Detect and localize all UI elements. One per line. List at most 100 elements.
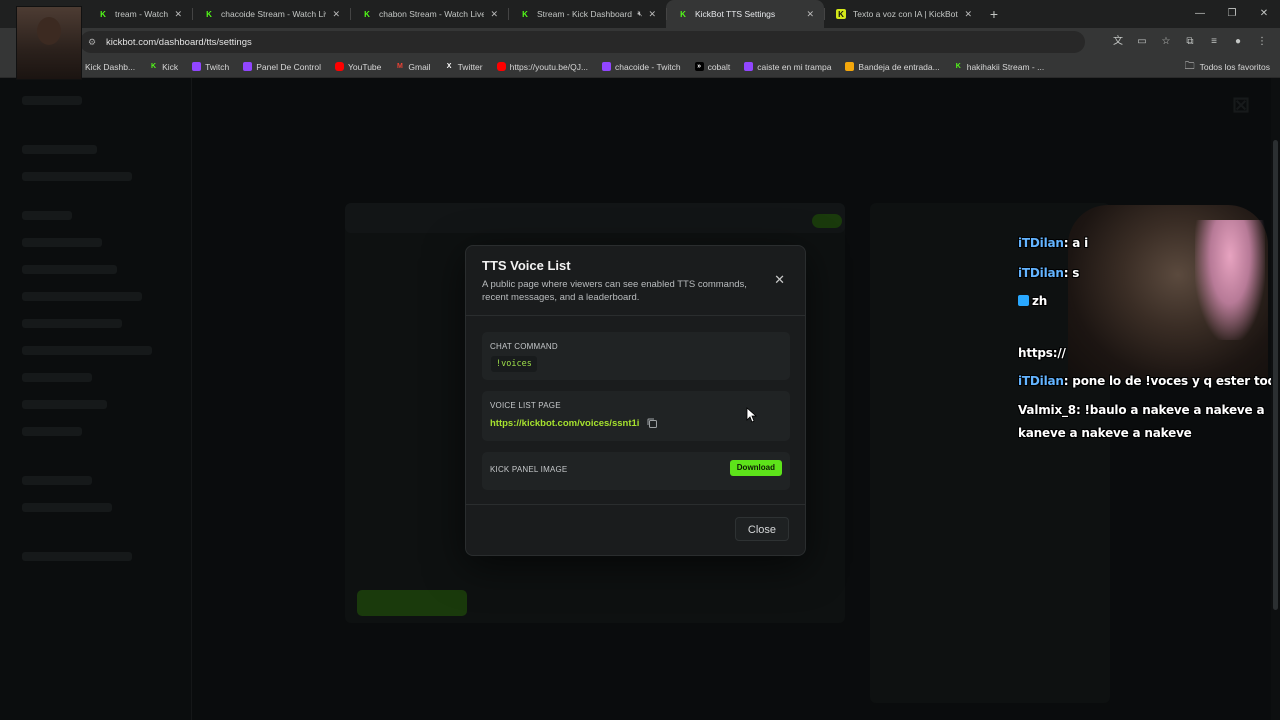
- folder-icon: 🗀︎: [1184, 61, 1195, 72]
- bookmark-item[interactable]: Twitch: [192, 62, 229, 72]
- tab-3[interactable]: K chabon Stream - Watch Live on ✕: [350, 0, 508, 28]
- download-button[interactable]: Download: [729, 460, 782, 476]
- chat-line: zh: [1018, 294, 1047, 308]
- bookmark-label: Bandeja de entrada...: [858, 61, 940, 72]
- modal-title: TTS Voice List: [482, 258, 571, 273]
- bookmark-item[interactable]: Panel De Control: [243, 62, 321, 72]
- extensions-icon[interactable]: ⧉: [1180, 32, 1200, 52]
- page-scrollbar[interactable]: [1271, 78, 1280, 720]
- all-bookmarks[interactable]: 🗀︎ Todos los favoritos: [1185, 56, 1270, 78]
- chat-line: kaneve a nakeve a nakeve: [1018, 426, 1192, 440]
- chat-line: Valmix_8: !baulo a nakeve a nakeve a: [1018, 403, 1265, 417]
- kickbot-favicon-icon: K: [836, 9, 846, 19]
- url-text: kickbot.com/dashboard/tts/settings: [106, 36, 252, 48]
- tab-title: KickBot TTS Settings: [695, 9, 776, 19]
- gmail-icon: M: [396, 63, 403, 70]
- chat-message: kaneve a nakeve a nakeve: [1018, 426, 1192, 440]
- omnibox[interactable]: ⚙ kickbot.com/dashboard/tts/settings: [80, 31, 1085, 53]
- chat-username: Valmix_8: [1018, 403, 1076, 417]
- tab-4[interactable]: K Stream - Kick Dashboard 🔇︎ ✕: [508, 0, 666, 28]
- chat-message: : pone lo de !voces y q ester todos: [1063, 374, 1280, 388]
- bookmark-item[interactable]: chacoide - Twitch: [602, 62, 681, 72]
- bookmark-label: Kick Dashb...: [85, 61, 136, 72]
- copy-icon[interactable]: [646, 417, 658, 429]
- cobalt-icon: »: [694, 62, 704, 71]
- bookmark-item[interactable]: Kick Dashb...: [85, 62, 135, 72]
- chat-message: : s: [1063, 266, 1080, 280]
- window-controls: — ❐ ✕: [1184, 0, 1280, 28]
- bookmark-item[interactable]: Bandeja de entrada...: [845, 61, 940, 72]
- profile-avatar-icon[interactable]: ●: [1228, 32, 1248, 52]
- chat-line: iTDilan: pone lo de !voces y q ester tod…: [1018, 374, 1280, 388]
- chat-command-value: !voices: [491, 356, 537, 372]
- close-tab-icon[interactable]: ✕: [806, 9, 814, 20]
- bookmark-item[interactable]: YouTube: [334, 62, 381, 72]
- bookmark-item[interactable]: Khakihakii Stream - ...: [954, 62, 1045, 72]
- tts-voice-list-modal: TTS Voice List A public page where viewe…: [465, 245, 806, 556]
- close-tab-icon[interactable]: ✕: [332, 9, 340, 20]
- youtube-icon: [334, 62, 344, 71]
- bookmark-item[interactable]: X Twitter: [445, 62, 483, 72]
- close-window-icon[interactable]: ✕: [1248, 0, 1280, 28]
- tab-strip: K tream - Watch Live o ✕ K chacoide Stre…: [0, 0, 1280, 28]
- chat-line: iTDilan: s: [1018, 266, 1079, 280]
- new-tab-button[interactable]: +: [982, 6, 1006, 22]
- tab-title: tream - Watch Live o: [115, 9, 169, 19]
- tab-title: chacoide Stream - Watch Live o: [221, 9, 326, 19]
- kick-favicon-icon: K: [680, 9, 686, 19]
- chat-command-card: CHAT COMMAND !voices: [482, 332, 790, 380]
- bookmark-label: Panel De Control: [256, 61, 321, 72]
- kick-icon: K: [151, 63, 157, 70]
- anime-character-overlay: [1195, 220, 1265, 340]
- tab-2[interactable]: K chacoide Stream - Watch Live o ✕: [192, 0, 350, 28]
- sidebar: [0, 78, 192, 720]
- bookmark-item[interactable]: M Gmail: [395, 61, 431, 72]
- site-info-icon[interactable]: ⚙: [88, 37, 98, 48]
- x-twitter-icon: X: [446, 63, 452, 70]
- inbox-icon: [845, 62, 855, 71]
- restore-icon[interactable]: ❐: [1216, 0, 1248, 28]
- close-tab-icon[interactable]: ✕: [174, 9, 182, 20]
- youtube-icon: [496, 62, 506, 71]
- bookmark-label: https://youtu.be/QJ...: [509, 61, 589, 72]
- muted-speaker-icon[interactable]: 🔇︎: [637, 9, 642, 19]
- menu-icon[interactable]: ⋮: [1252, 32, 1272, 52]
- translate-icon[interactable]: 文: [1108, 32, 1128, 52]
- bookmark-item[interactable]: caiste en mi trampa: [744, 62, 831, 72]
- modal-description: A public page where viewers can see enab…: [482, 279, 747, 303]
- card-icon[interactable]: ▭: [1132, 32, 1152, 52]
- scrollbar-thumb[interactable]: [1273, 140, 1278, 610]
- tab-title: chabon Stream - Watch Live on: [379, 9, 485, 19]
- tab-6[interactable]: K Texto a voz con IA | KickBot ✕: [824, 0, 982, 28]
- bookmark-label: chacoide - Twitch: [615, 61, 681, 72]
- voice-list-page-card: VOICE LIST PAGE https://kickbot.com/voic…: [482, 391, 790, 441]
- kick-panel-image-label: KICK PANEL IMAGE: [490, 465, 568, 474]
- address-bar-row: ⚙ kickbot.com/dashboard/tts/settings 文 ▭…: [0, 28, 1280, 56]
- close-icon[interactable]: ✕: [774, 272, 785, 288]
- close-tab-icon[interactable]: ✕: [964, 9, 972, 20]
- tab-5[interactable]: K KickBot TTS Settings ✕: [666, 0, 824, 28]
- kickbot-logo-dim: ⊠: [1231, 92, 1250, 117]
- webcam-thumbnail: [16, 6, 82, 80]
- bookmark-item[interactable]: https://youtu.be/QJ...: [496, 61, 589, 72]
- voice-list-url-link[interactable]: https://kickbot.com/voices/ssnt1i: [490, 418, 639, 429]
- chat-message: : !baulo a nakeve a nakeve a: [1075, 403, 1265, 417]
- toolbar-icons: 文 ▭ ☆ ⧉ ≡ ● ⋮: [1108, 32, 1272, 52]
- close-tab-icon[interactable]: ✕: [648, 9, 656, 20]
- close-tab-icon[interactable]: ✕: [490, 9, 498, 20]
- chat-line: iTDilan: a i: [1018, 236, 1088, 250]
- bookmark-label: caiste en mi trampa: [757, 61, 832, 72]
- media-icon[interactable]: ≡: [1204, 32, 1224, 52]
- star-icon[interactable]: ☆: [1156, 32, 1176, 52]
- kick-panel-image-card: KICK PANEL IMAGE Download: [482, 452, 790, 490]
- modal-header: TTS Voice List A public page where viewe…: [466, 246, 805, 316]
- voice-list-page-label: VOICE LIST PAGE: [490, 401, 561, 410]
- minimize-icon[interactable]: —: [1184, 0, 1216, 28]
- chat-message: zh: [1032, 294, 1048, 308]
- bookmark-label: Gmail: [408, 61, 431, 72]
- close-button[interactable]: Close: [734, 517, 789, 541]
- twitch-icon: [192, 62, 202, 71]
- save-button-dim: [357, 590, 467, 616]
- bookmark-item[interactable]: » cobalt: [694, 62, 730, 72]
- bookmark-item[interactable]: K Kick: [149, 62, 178, 72]
